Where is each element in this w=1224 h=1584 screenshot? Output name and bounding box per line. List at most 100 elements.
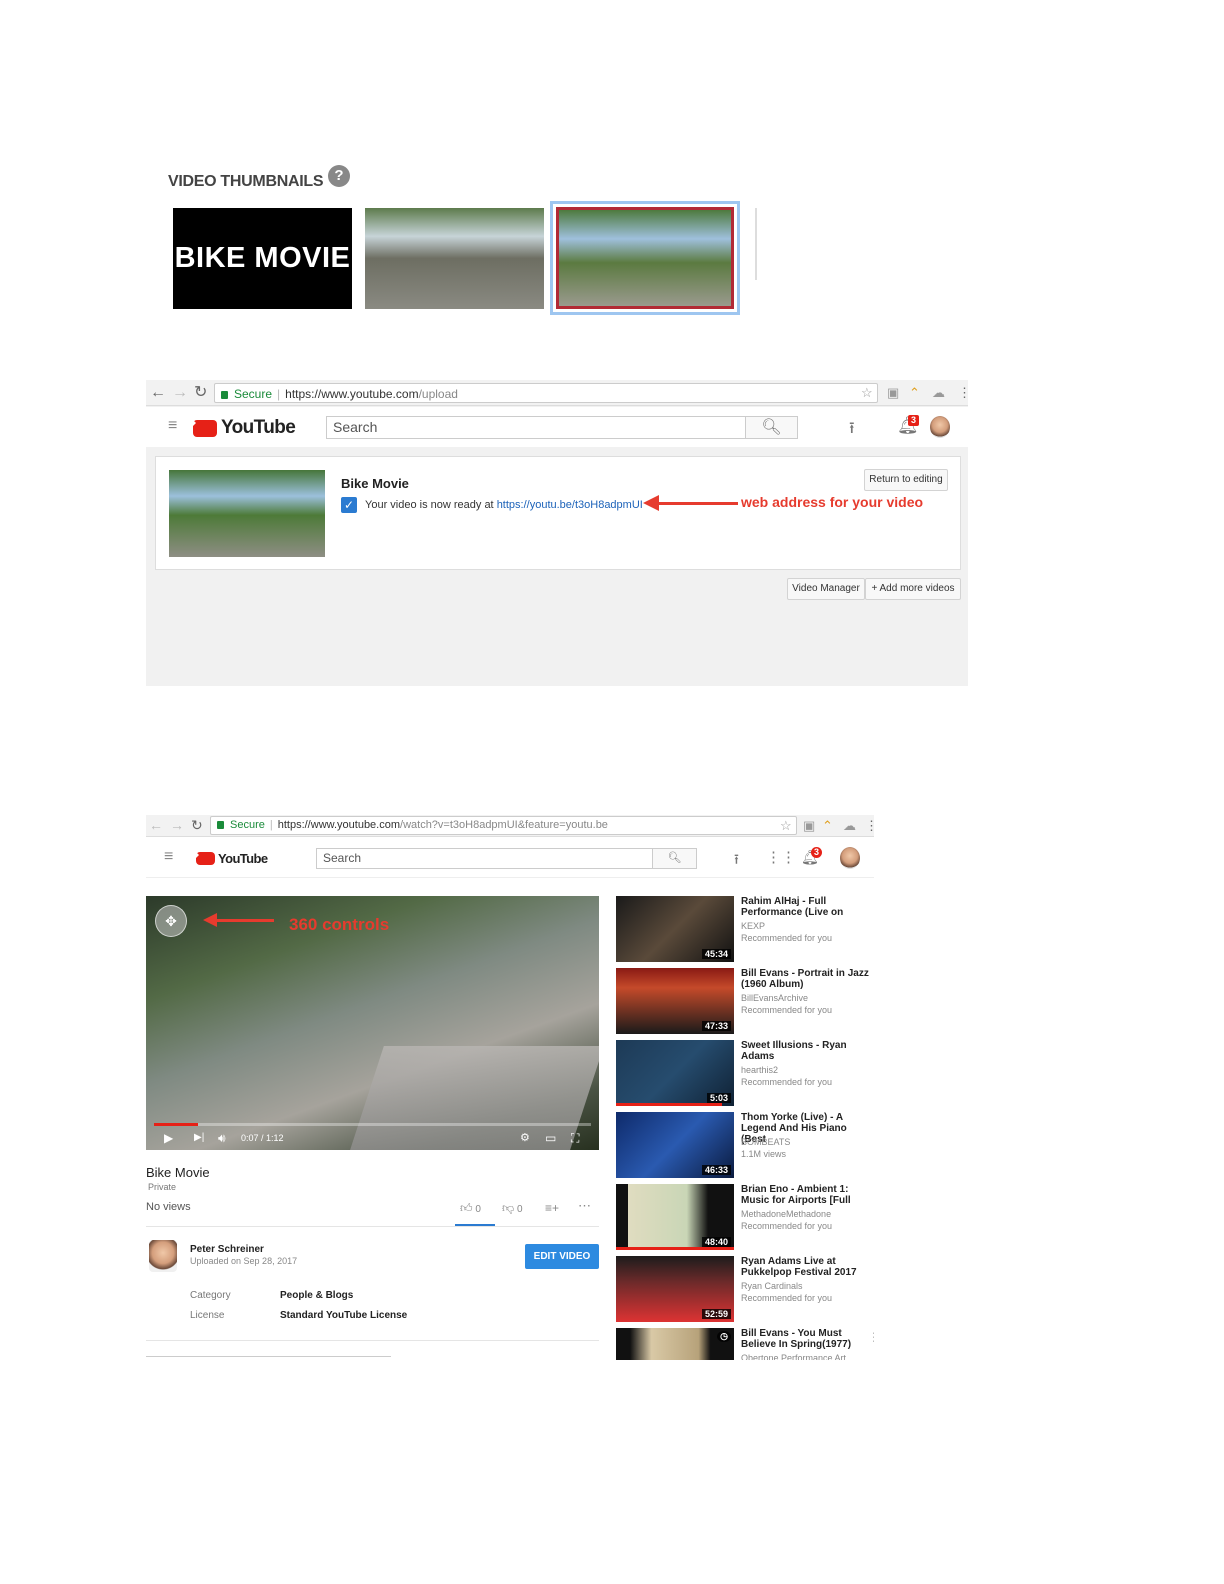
- apps-grid-icon[interactable]: ⋮⋮: [766, 848, 796, 866]
- thumbnail-option-3-selected[interactable]: [550, 201, 740, 315]
- return-to-editing-button[interactable]: Return to editing: [864, 469, 948, 491]
- recommendation-item[interactable]: 46:33 Thom Yorke (Live) - A Legend And Hi…: [616, 1112, 874, 1178]
- search-input[interactable]: Search: [326, 416, 746, 439]
- video-link[interactable]: https://youtu.be/t3oH8adpmUI: [497, 499, 643, 511]
- back-icon[interactable]: ←: [149, 818, 163, 832]
- thumbs-down-icon: 👎︎: [502, 1201, 515, 1215]
- recommendation-item[interactable]: 5:03 Sweet Illusions - Ryan Adams hearthis…: [616, 1040, 874, 1106]
- menu-kebab-icon[interactable]: ⋮: [958, 385, 971, 401]
- forward-icon[interactable]: →: [170, 818, 184, 832]
- hamburger-icon[interactable]: ≡: [164, 848, 173, 866]
- like-button[interactable]: 👍︎ 0: [460, 1201, 481, 1216]
- video-manager-button[interactable]: Video Manager: [787, 578, 865, 600]
- recommendation-title[interactable]: Bill Evans - You Must Believe In Spring(…: [741, 1328, 874, 1350]
- drive-icon[interactable]: ⌃: [822, 818, 833, 834]
- license-label: License: [190, 1310, 225, 1321]
- account-avatar[interactable]: [840, 847, 860, 869]
- recommendation-thumbnail[interactable]: 5:03: [616, 1040, 734, 1106]
- recommendation-channel[interactable]: KEXP: [741, 921, 765, 931]
- add-to-playlist-icon[interactable]: ≡+: [545, 1201, 559, 1215]
- recommendation-title[interactable]: Ryan Adams Live at Pukkelpop Festival 20…: [741, 1256, 874, 1278]
- help-icon[interactable]: ?: [328, 165, 350, 187]
- address-bar[interactable]: Secure | https://www.youtube.com/upload: [214, 383, 878, 403]
- upload-icon[interactable]: ⭱: [849, 417, 855, 444]
- star-icon[interactable]: ☆: [780, 818, 792, 834]
- owner-avatar[interactable]: [149, 1240, 177, 1272]
- recommendation-title[interactable]: Sweet Illusions - Ryan Adams: [741, 1040, 874, 1062]
- recommendation-item[interactable]: 45:34 Rahim AlHaj - Full Performance (Liv…: [616, 896, 874, 962]
- dislike-button[interactable]: 👎︎ 0: [502, 1201, 523, 1216]
- extension-icon[interactable]: ▣: [803, 818, 815, 834]
- thumbnail-option-1[interactable]: BIKE MOVIE: [173, 208, 352, 309]
- divider: [146, 1226, 599, 1227]
- recommendation-channel[interactable]: BillEvansArchive: [741, 993, 808, 1003]
- owner-name[interactable]: Peter Schreiner: [190, 1244, 264, 1255]
- recommendation-item[interactable]: 48:40 Brian Eno - Ambient 1: Music for Ai…: [616, 1184, 874, 1250]
- recommendation-item[interactable]: 47:33 Bill Evans - Portrait in Jazz (1960…: [616, 968, 874, 1034]
- search-input[interactable]: Search: [316, 848, 653, 869]
- thumbnails-heading: VIDEO THUMBNAILS: [168, 173, 324, 190]
- settings-icon[interactable]: ⚙: [520, 1131, 530, 1144]
- fullscreen-icon[interactable]: ⛶: [571, 1131, 579, 1146]
- video-player[interactable]: ✥ 360 controls ▶ ▶| 🔊︎ 0:07 / 1:12 ⚙ ▭ ⛶: [146, 896, 599, 1150]
- star-icon[interactable]: ☆: [861, 385, 873, 401]
- cloud-icon[interactable]: ☁: [843, 818, 856, 834]
- recommendation-channel[interactable]: BOMBEATS: [741, 1137, 790, 1147]
- recommendation-channel[interactable]: Obertone Performance Art: [741, 1353, 846, 1360]
- extension-icon[interactable]: ▣: [887, 385, 899, 401]
- recommendation-subtext: Recommended for you: [741, 1005, 833, 1015]
- recommendation-channel[interactable]: hearthis2: [741, 1065, 778, 1075]
- thumbnail-divider: [755, 208, 757, 280]
- youtube-header: ≡ YouTube Search 🔍︎ ⭱ ⋮⋮ 🔔︎ 3: [146, 838, 874, 878]
- account-avatar[interactable]: [930, 416, 950, 438]
- play-icon[interactable]: ▶: [164, 1131, 173, 1145]
- volume-icon[interactable]: 🔊︎: [218, 1131, 226, 1146]
- notification-badge: 3: [908, 415, 919, 426]
- menu-kebab-icon[interactable]: ⋮: [865, 818, 874, 834]
- recommendation-title[interactable]: Bill Evans - Portrait in Jazz (1960 Albu…: [741, 968, 874, 990]
- recommendation-thumbnail[interactable]: 52:59: [616, 1256, 734, 1322]
- recommendation-title[interactable]: Rahim AlHaj - Full Performance (Live on: [741, 896, 874, 918]
- next-icon[interactable]: ▶|: [194, 1132, 204, 1143]
- thumbnail-option-2[interactable]: [365, 208, 544, 309]
- forward-icon[interactable]: →: [172, 385, 188, 401]
- upload-icon[interactable]: ⭱: [734, 849, 739, 873]
- recommendation-item[interactable]: 52:59 Ryan Adams Live at Pukkelpop Festiv…: [616, 1256, 874, 1322]
- recommendation-thumbnail[interactable]: 46:33: [616, 1112, 734, 1178]
- add-more-videos-button[interactable]: + Add more videos: [865, 578, 961, 600]
- more-actions-icon[interactable]: ⋯: [578, 1198, 591, 1214]
- recommendation-channel[interactable]: MethadoneMethadone: [741, 1209, 831, 1219]
- edit-video-button[interactable]: EDIT VIDEO: [525, 1244, 599, 1269]
- search-button[interactable]: 🔍︎: [652, 848, 697, 869]
- 360-controls-icon[interactable]: ✥: [155, 905, 187, 937]
- search-icon: 🔍︎: [761, 419, 782, 436]
- theater-mode-icon[interactable]: ▭: [545, 1131, 556, 1145]
- youtube-logo[interactable]: YouTube: [196, 851, 268, 866]
- recommendation-thumbnail[interactable]: ◷: [616, 1328, 734, 1360]
- recommendation-subtext: Recommended for you: [741, 933, 833, 943]
- reload-icon[interactable]: ↻: [194, 385, 207, 401]
- cloud-icon[interactable]: ☁: [932, 385, 945, 401]
- category-value[interactable]: People & Blogs: [280, 1290, 353, 1301]
- video-thumbnail: [169, 470, 325, 557]
- recommendation-thumbnail[interactable]: 45:34: [616, 896, 734, 962]
- watch-later-icon[interactable]: ◷: [717, 1331, 731, 1342]
- reload-icon[interactable]: ↻: [191, 818, 203, 832]
- more-options-icon[interactable]: ⋮: [868, 1330, 874, 1344]
- license-value: Standard YouTube License: [280, 1310, 408, 1321]
- search-button[interactable]: 🔍︎: [745, 416, 798, 439]
- back-icon[interactable]: ←: [150, 385, 166, 401]
- recommendation-channel[interactable]: Ryan Cardinals: [741, 1281, 803, 1291]
- recommendation-thumbnail[interactable]: 48:40: [616, 1184, 734, 1250]
- recommendation-subtext: Recommended for you: [741, 1293, 833, 1303]
- youtube-logo[interactable]: YouTube: [193, 417, 296, 439]
- recommendation-item[interactable]: ◷ Bill Evans - You Must Believe In Spring…: [616, 1328, 874, 1360]
- annotation-arrow-head: [643, 495, 659, 511]
- drive-icon[interactable]: ⌃: [909, 385, 920, 401]
- recommendation-title[interactable]: Brian Eno - Ambient 1: Music for Airport…: [741, 1184, 874, 1206]
- time-display: 0:07 / 1:12: [241, 1133, 284, 1143]
- player-progress-bar[interactable]: [154, 1123, 591, 1126]
- address-bar[interactable]: Secure | https://www.youtube.com/watch?v=t…: [210, 816, 797, 835]
- recommendation-thumbnail[interactable]: 47:33: [616, 968, 734, 1034]
- hamburger-icon[interactable]: ≡: [168, 417, 177, 435]
